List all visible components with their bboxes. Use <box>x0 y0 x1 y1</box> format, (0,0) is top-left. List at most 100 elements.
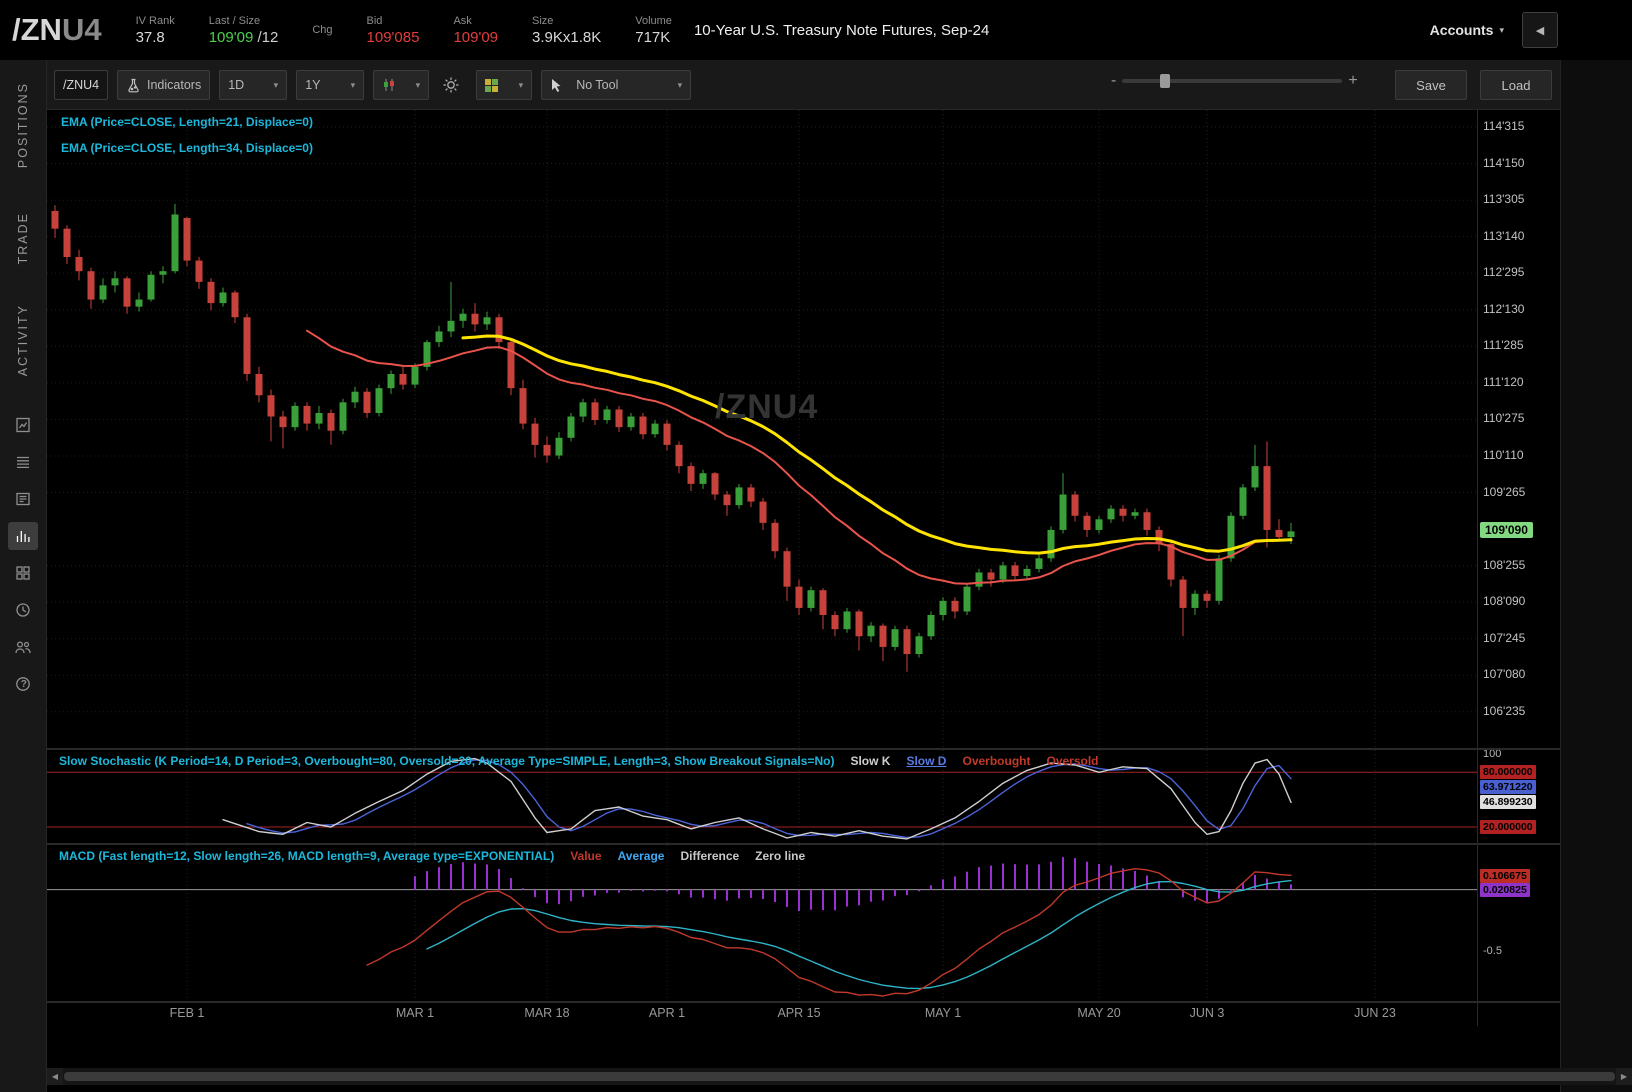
chart-settings-button[interactable] <box>438 70 470 100</box>
chevron-down-icon: ▾ <box>1499 25 1504 36</box>
quote-header: /ZNU4 IV Rank 37.8 Last / Size 109'09 /1… <box>0 0 1632 60</box>
stoch-value-chip: 46.899230 <box>1480 795 1536 809</box>
order-ticket-icon[interactable] <box>8 485 38 513</box>
panel-divider[interactable] <box>47 843 1560 845</box>
people-icon[interactable] <box>8 633 38 661</box>
legend-overbought: Overbought <box>962 754 1030 768</box>
stochastic-axis[interactable]: 100 80.00000063.97122046.89923020.000000 <box>1478 750 1560 843</box>
price-axis-label: 107'080 <box>1483 667 1525 681</box>
zoom-slider[interactable] <box>1122 79 1342 83</box>
indicators-button[interactable]: Indicators <box>117 70 210 100</box>
axis-divider <box>1477 110 1478 1026</box>
quote-field-volume: Volume 717K <box>635 14 672 47</box>
quote-field-iv-rank: IV Rank 37.8 <box>136 14 175 47</box>
time-axis-label: MAR 1 <box>385 1006 445 1020</box>
accounts-label: Accounts <box>1430 22 1494 38</box>
chart-icon[interactable] <box>8 522 38 550</box>
contract-description: 10-Year U.S. Treasury Note Futures, Sep-… <box>694 22 989 39</box>
last-value: 109'09 <box>209 29 254 46</box>
price-axis-label: 108'255 <box>1483 558 1525 572</box>
collapse-panel-button[interactable]: ◀ <box>1522 12 1558 48</box>
drawing-tool-dropdown[interactable]: No Tool ▾ <box>541 70 691 100</box>
macd-study-label: MACD (Fast length=12, Slow length=26, MA… <box>59 849 554 863</box>
price-chart-canvas[interactable] <box>47 110 1477 748</box>
sidebar-tab-positions[interactable]: POSITIONS <box>16 82 30 168</box>
zoom-out-button[interactable]: - <box>1105 72 1122 90</box>
stoch-value-chip: 63.971220 <box>1480 780 1536 794</box>
chevron-down-icon: ▾ <box>408 80 421 91</box>
symbol-suffix: U4 <box>62 12 102 47</box>
time-axis-label: MAY 20 <box>1069 1006 1129 1020</box>
flask-icon <box>126 78 141 93</box>
chart-style-dropdown[interactable]: ▾ <box>373 70 429 100</box>
chevron-down-icon: ▾ <box>343 80 356 91</box>
zoom-slider-handle[interactable] <box>1160 74 1170 88</box>
report-icon[interactable] <box>8 411 38 439</box>
field-label: IV Rank <box>136 14 175 28</box>
load-button[interactable]: Load <box>1480 70 1552 100</box>
macd-legend: MACD (Fast length=12, Slow length=26, MA… <box>59 849 805 863</box>
left-sidebar: POSITIONS TRADE ACTIVITY ? <box>0 60 47 1092</box>
field-label: Volume <box>635 14 672 28</box>
scrollbar-thumb[interactable] <box>64 1072 1615 1081</box>
field-label: Bid <box>367 14 420 28</box>
time-axis[interactable]: FEB 1MAR 1MAR 18APR 1APR 15MAY 1MAY 20JU… <box>47 1003 1477 1026</box>
time-axis-label: MAR 18 <box>517 1006 577 1020</box>
time-axis-label: JUN 23 <box>1345 1006 1405 1020</box>
panel-divider[interactable] <box>47 748 1560 750</box>
help-icon[interactable]: ? <box>8 670 38 698</box>
timeframe-value: 1D <box>228 78 244 92</box>
indicators-label: Indicators <box>147 78 201 92</box>
svg-text:?: ? <box>21 679 27 690</box>
field-label: Last / Size <box>209 14 279 28</box>
chart-area: /ZNU4 Indicators 1D▾ 1Y▾ ▾ ▾ No Tool ▾ <box>47 60 1632 1092</box>
zoom-in-button[interactable]: + <box>1342 72 1363 90</box>
chart-scrollbar[interactable]: ◀ ▶ <box>47 1068 1632 1085</box>
macd-axis-label: -0.5 <box>1483 945 1502 957</box>
chevron-down-icon: ▾ <box>511 80 524 91</box>
macd-canvas[interactable] <box>47 845 1477 1001</box>
tool-label: No Tool <box>576 78 618 92</box>
last-size-value: 109'09 /12 <box>209 28 279 47</box>
stoch-value-chip: 80.000000 <box>1480 765 1536 779</box>
symbol-input[interactable]: /ZNU4 <box>54 70 108 100</box>
macd-panel[interactable]: MACD (Fast length=12, Slow length=26, MA… <box>47 845 1477 1001</box>
sidebar-icon-stack: ? <box>8 411 38 698</box>
price-axis[interactable]: 114'315114'150113'305113'140112'295112'1… <box>1478 110 1560 748</box>
last-size-suffix: /12 <box>253 29 278 46</box>
panel-divider <box>47 1001 1560 1003</box>
accounts-menu[interactable]: Accounts ▾ <box>1430 22 1504 38</box>
stochastic-study-label: Slow Stochastic (K Period=14, D Period=3… <box>59 754 834 768</box>
save-button[interactable]: Save <box>1395 70 1467 100</box>
price-axis-label: 114'150 <box>1483 156 1524 170</box>
sidebar-tab-activity[interactable]: ACTIVITY <box>16 304 30 376</box>
price-chart-panel[interactable]: /ZNU4 EMA (Price=CLOSE, Length=21, Displ… <box>47 110 1477 748</box>
stochastic-panel[interactable]: Slow Stochastic (K Period=14, D Period=3… <box>47 750 1477 843</box>
volume-value: 717K <box>635 28 672 47</box>
legend-zero-line: Zero line <box>755 849 805 863</box>
price-axis-label: 112'130 <box>1483 302 1524 316</box>
sidebar-tab-trade[interactable]: TRADE <box>16 212 30 264</box>
history-icon[interactable] <box>8 596 38 624</box>
timeframe-dropdown[interactable]: 1D▾ <box>219 70 287 100</box>
list-icon[interactable] <box>8 448 38 476</box>
field-label: Chg <box>312 23 332 37</box>
grid-icon[interactable] <box>8 559 38 587</box>
macd-axis[interactable]: -0.5 0.1066750.020825 <box>1478 845 1560 1001</box>
quote-field-size: Size 3.9Kx1.8K <box>532 14 601 47</box>
quote-field-bid: Bid 109'085 <box>367 14 420 47</box>
symbol-title: /ZNU4 <box>12 12 102 48</box>
stoch-value-chip: 20.000000 <box>1480 820 1536 834</box>
legend-average: Average <box>618 849 665 863</box>
legend-slow-d: Slow D <box>906 754 946 768</box>
legend-slow-k: Slow K <box>850 754 890 768</box>
price-axis-label: 111'120 <box>1483 375 1524 389</box>
gear-icon <box>442 76 460 94</box>
symbol-watermark: /ZNU4 <box>715 388 818 427</box>
range-dropdown[interactable]: 1Y▾ <box>296 70 364 100</box>
scroll-left-arrow[interactable]: ◀ <box>47 1068 63 1085</box>
time-axis-label: APR 15 <box>769 1006 829 1020</box>
grid-layout-dropdown[interactable]: ▾ <box>476 70 532 100</box>
chart-toolbar: /ZNU4 Indicators 1D▾ 1Y▾ ▾ ▾ No Tool ▾ <box>54 70 700 100</box>
scroll-right-arrow[interactable]: ▶ <box>1616 1068 1632 1085</box>
